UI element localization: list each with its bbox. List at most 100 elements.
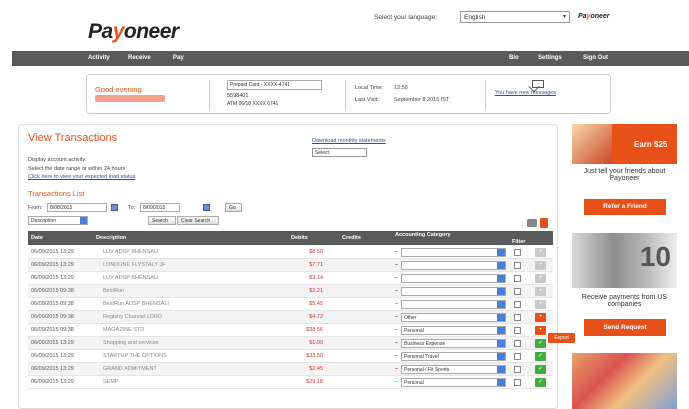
- transaction-description: BestRun: [103, 288, 125, 294]
- minus-icon: –: [395, 353, 399, 359]
- to-label: To:: [128, 205, 136, 211]
- divider: [345, 80, 346, 110]
- transaction-date: 06/09/2015 13:29: [31, 366, 74, 372]
- greeting: Good evening: [95, 85, 142, 94]
- local-time-value: 13:58: [394, 85, 408, 91]
- col-credits[interactable]: Credits: [342, 235, 361, 241]
- chevron-down-icon: [497, 288, 505, 295]
- send-request-button[interactable]: Send Request: [584, 319, 666, 336]
- saved-check-icon[interactable]: ✓: [535, 339, 546, 348]
- filter-checkbox[interactable]: [514, 353, 521, 360]
- expected-load-link[interactable]: Click here to view your expected load st…: [28, 174, 135, 180]
- filter-checkbox[interactable]: [514, 301, 521, 308]
- transaction-description: LUV ADSP BHENSALI: [103, 249, 159, 255]
- nav-activity[interactable]: Activity: [88, 55, 110, 61]
- minus-icon: –: [395, 301, 399, 307]
- pdf-icon[interactable]: [540, 218, 548, 228]
- filter-checkbox[interactable]: [514, 288, 521, 295]
- calendar-icon[interactable]: [203, 204, 210, 211]
- chevron-down-icon: ▾: [562, 14, 566, 20]
- minus-icon: –: [395, 314, 399, 320]
- transaction-date: 06/09/2015 09:38: [31, 327, 74, 333]
- statement-month-select[interactable]: Select: [312, 148, 367, 157]
- print-icon[interactable]: [527, 219, 537, 227]
- to-date-input[interactable]: 8/09/2015: [140, 203, 180, 212]
- transaction-date: 06/09/2015 13:29: [31, 249, 74, 255]
- table-row: 06/09/2015 13:29 SEMP $29.18 – Personal ✓: [28, 376, 553, 389]
- card-select[interactable]: Prepaid Card - XXXX-4741: [227, 80, 322, 90]
- transaction-debit: $4.72: [309, 314, 323, 320]
- filter-checkbox[interactable]: [514, 340, 521, 347]
- banknote-amount: 10: [639, 241, 671, 272]
- nav-bio[interactable]: Bio: [509, 55, 519, 61]
- save-icon[interactable]: •: [535, 326, 546, 335]
- filter-checkbox[interactable]: [514, 379, 521, 386]
- filter-checkbox[interactable]: [514, 314, 521, 321]
- category-select[interactable]: [401, 248, 506, 257]
- category-select[interactable]: [401, 274, 506, 283]
- save-disabled-icon[interactable]: •: [535, 261, 546, 270]
- col-description[interactable]: Description: [96, 235, 126, 241]
- saved-check-icon[interactable]: ✓: [535, 378, 546, 387]
- filter-checkbox[interactable]: [514, 366, 521, 373]
- col-accounting-category: Accounting Category: [395, 232, 451, 238]
- category-select[interactable]: [401, 287, 506, 296]
- category-select[interactable]: Other: [401, 313, 506, 322]
- clear-search-button[interactable]: Clear Search: [177, 216, 219, 225]
- refer-ad-image: Earn $25: [572, 124, 677, 164]
- category-select[interactable]: Personal: [401, 326, 506, 335]
- save-disabled-icon[interactable]: •: [535, 248, 546, 257]
- date-range-help: Select the date range or within 24 hours: [28, 166, 126, 172]
- saved-check-icon[interactable]: ✓: [535, 352, 546, 361]
- col-debits[interactable]: Debits: [291, 235, 308, 241]
- save-disabled-icon[interactable]: •: [535, 287, 546, 296]
- filter-checkbox[interactable]: [514, 275, 521, 282]
- chevron-down-icon: [497, 275, 505, 282]
- table-header: Date Description Debits Credits Accounti…: [28, 231, 553, 245]
- category-select[interactable]: [401, 300, 506, 309]
- language-select[interactable]: English ▾: [460, 11, 570, 23]
- category-select[interactable]: Personal: [401, 378, 506, 387]
- transaction-debit: $33.50: [306, 353, 323, 359]
- filter-checkbox[interactable]: [514, 249, 521, 256]
- go-button[interactable]: Go: [225, 203, 242, 212]
- transactions-list-title: Transactions List: [28, 189, 85, 198]
- from-date-input[interactable]: 8/08/2015: [47, 203, 107, 212]
- nav-settings[interactable]: Settings: [538, 55, 562, 61]
- save-disabled-icon[interactable]: •: [535, 274, 546, 283]
- saved-check-icon[interactable]: ✓: [535, 365, 546, 374]
- table-row: 06/09/2015 09:38 Registry Channel LORD $4.…: [28, 311, 553, 324]
- chevron-down-icon: [497, 249, 505, 256]
- transaction-description: BestRun ADSP BHENSALI: [103, 301, 169, 307]
- divider: [485, 80, 486, 110]
- col-date[interactable]: Date: [31, 235, 43, 241]
- minus-icon: –: [395, 288, 399, 294]
- table-row: 06/09/2015 13:29 GRAND ADMITMENT $2.45 – Per…: [28, 363, 553, 376]
- nav-sign-out[interactable]: Sign Out: [583, 55, 608, 61]
- save-disabled-icon[interactable]: •: [535, 300, 546, 309]
- search-button[interactable]: Search: [148, 216, 176, 225]
- description-filter-select[interactable]: Description: [28, 216, 88, 225]
- nav-pay[interactable]: Pay: [173, 55, 184, 61]
- payoneer-logo[interactable]: Payoneer: [88, 20, 179, 44]
- nav-receive[interactable]: Receive: [128, 55, 151, 61]
- category-select[interactable]: Business Expense: [401, 339, 506, 348]
- envelope-icon[interactable]: [532, 80, 544, 88]
- category-select[interactable]: [401, 261, 506, 270]
- messages-link[interactable]: You have new messages: [495, 90, 556, 96]
- category-select[interactable]: Personal Travel: [401, 352, 506, 361]
- refer-friend-button[interactable]: Refer a Friend: [584, 199, 666, 215]
- transaction-date: 06/09/2015 09:38: [31, 301, 74, 307]
- main-nav: Activity Receive Pay Bio Settings Sign O…: [12, 51, 689, 66]
- table-row: 06/09/2015 09:38 BestRun ADSP BHENSALI $5.…: [28, 298, 553, 311]
- save-icon[interactable]: •: [535, 313, 546, 322]
- filter-checkbox[interactable]: [514, 262, 521, 269]
- download-statements-label[interactable]: Download monthly statements: [312, 138, 386, 144]
- minus-icon: –: [395, 275, 399, 281]
- page-title: View Transactions: [28, 132, 118, 144]
- chevron-down-icon: [497, 301, 505, 308]
- filter-checkbox[interactable]: [514, 327, 521, 334]
- category-select[interactable]: Personal / Fit Sports: [401, 365, 506, 374]
- transaction-date: 06/09/2015 09:38: [31, 288, 74, 294]
- calendar-icon[interactable]: [111, 204, 118, 211]
